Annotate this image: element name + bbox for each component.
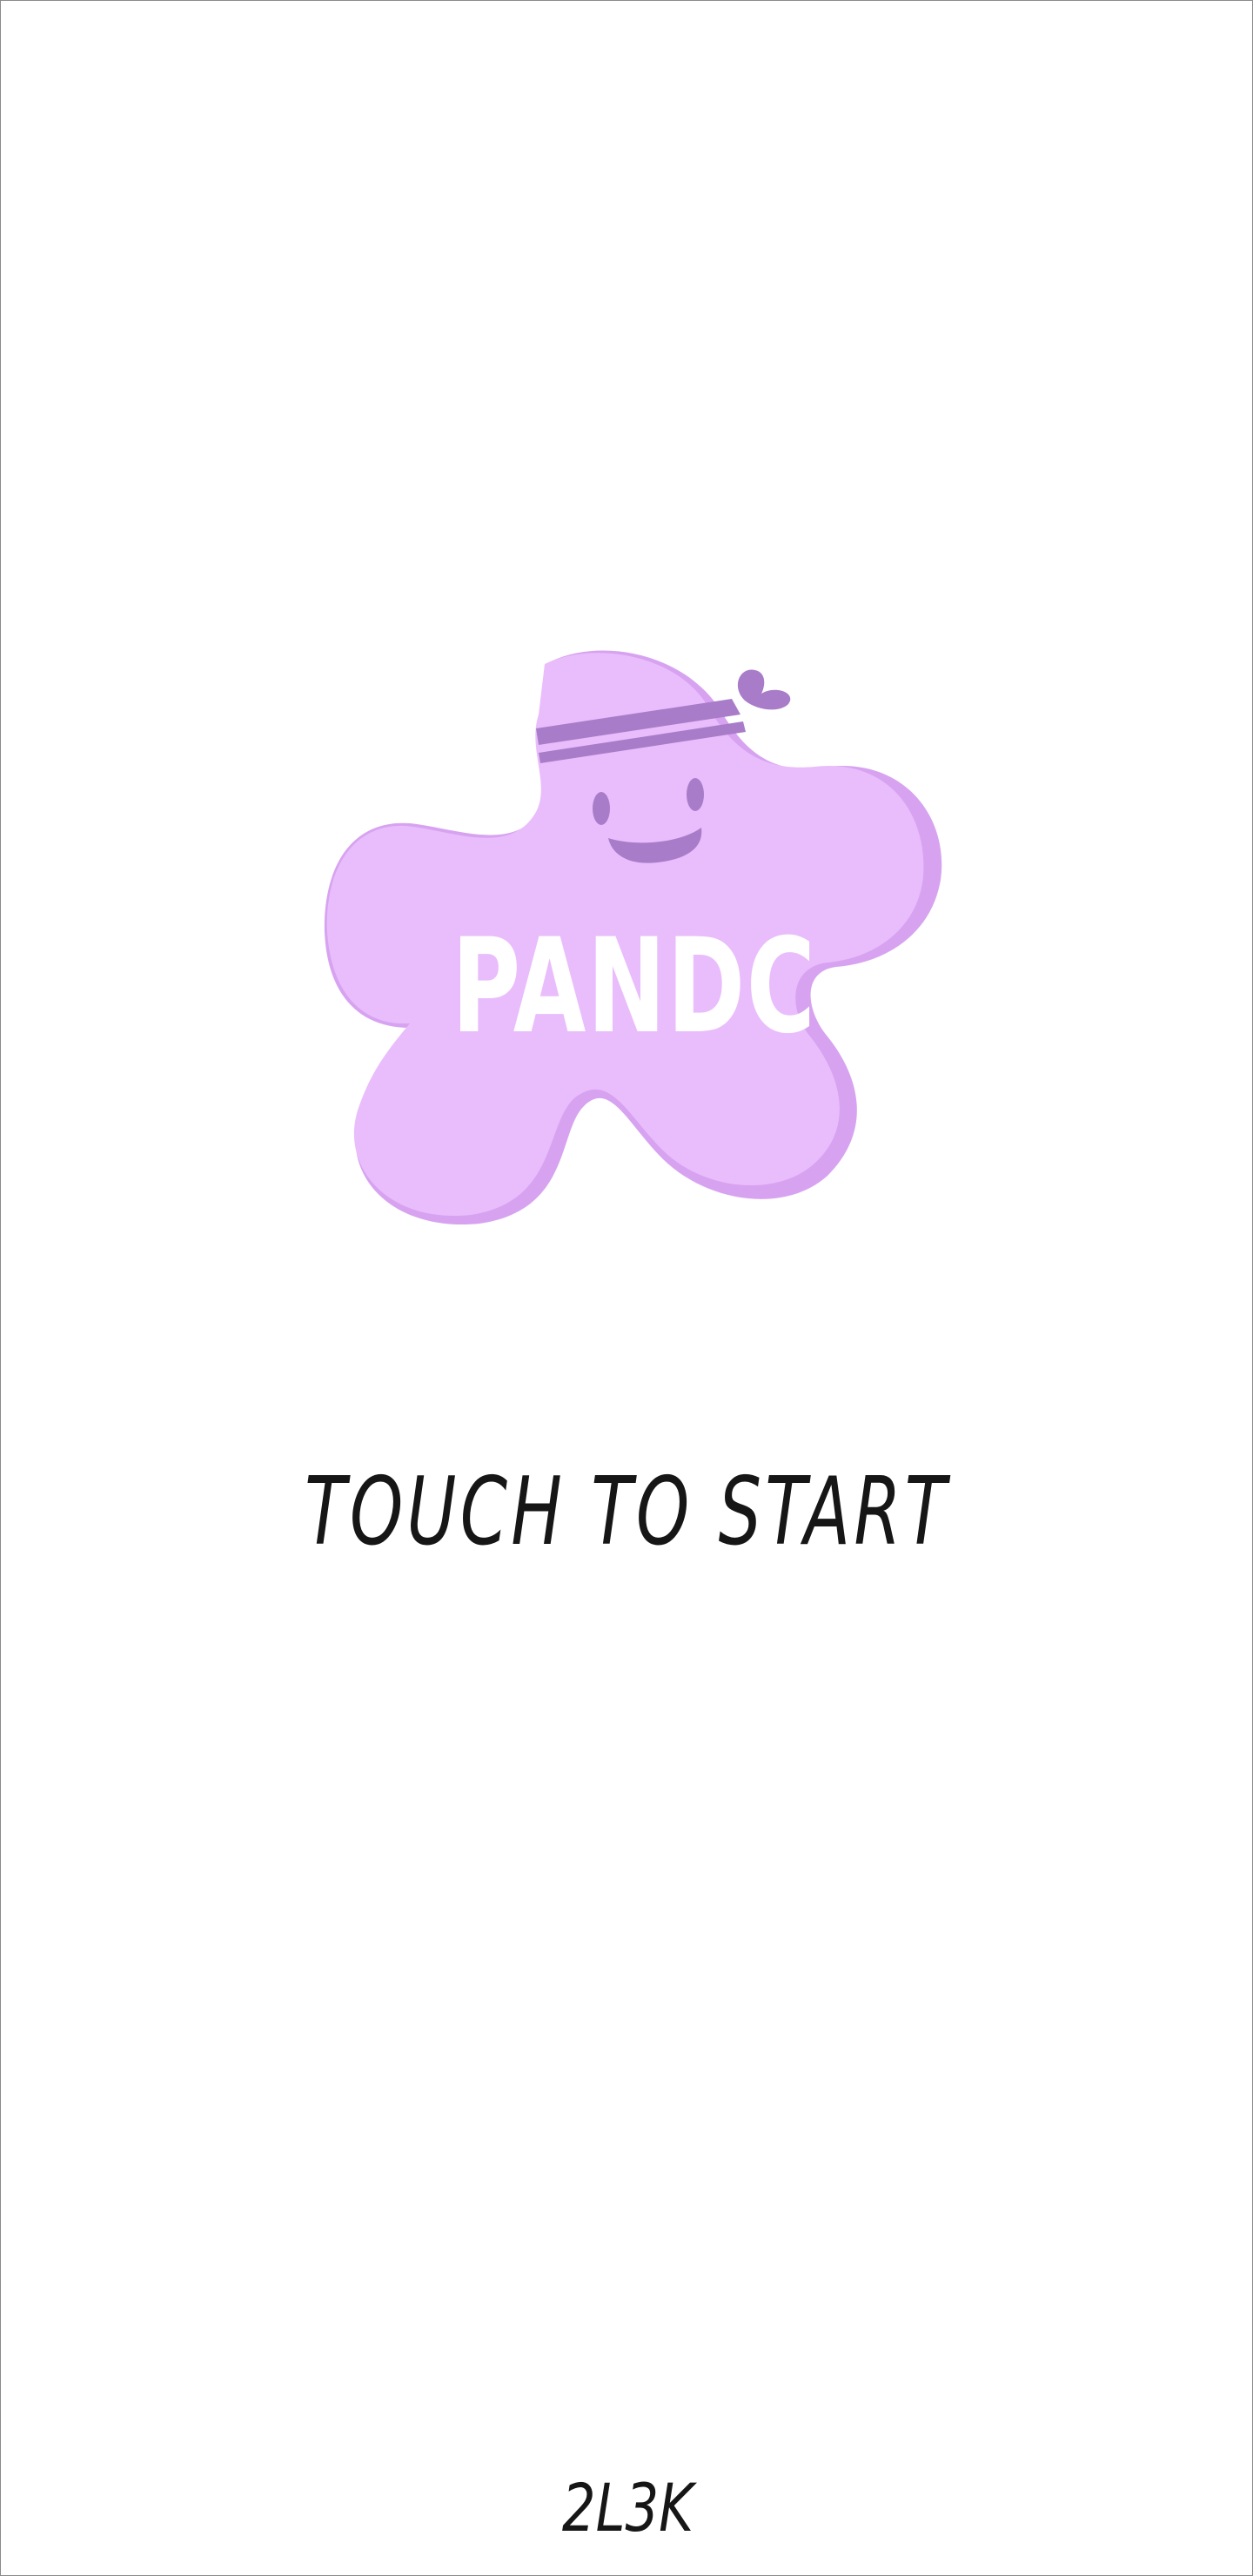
studio-logo-label: 2L3K	[561, 2469, 694, 2546]
mascot-headband-knot	[737, 669, 791, 710]
splash-screen[interactable]: PANDC TOUCH TO START 2L3K	[0, 0, 1253, 2576]
touch-to-start-prompt[interactable]: TOUCH TO START	[1, 1456, 1253, 1569]
logo-title: PANDC	[452, 911, 817, 1063]
mascot-left-eye	[593, 792, 610, 825]
start-prompt-label: TOUCH TO START	[305, 1458, 950, 1566]
mascot-logo: PANDC	[314, 645, 958, 1237]
mascot-right-eye	[687, 778, 704, 811]
studio-logo: 2L3K	[1, 2469, 1253, 2547]
